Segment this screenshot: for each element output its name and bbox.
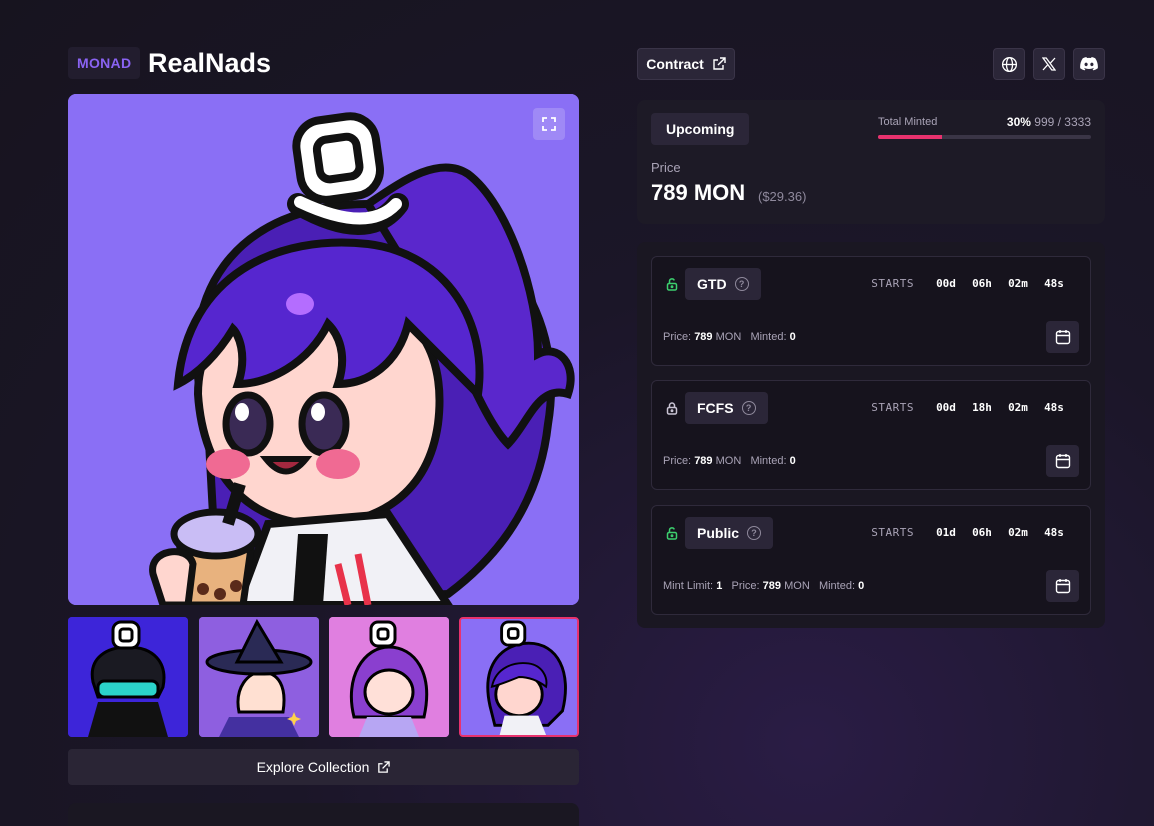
price-label: Price [651,160,681,175]
contract-label: Contract [646,56,704,72]
meta-label: Mint Limit: [663,580,714,592]
price-usd: ($29.36) [758,189,807,204]
countdown-seconds: 48s [1044,526,1064,539]
meta-label: Minted: [750,455,787,467]
thumbnail-1[interactable] [68,617,188,737]
details-panel [68,803,579,826]
starts-label: STARTS [871,277,914,290]
phase-name-button[interactable]: FCFS ? [685,392,768,424]
collection-title: RealNads [148,48,272,78]
contract-button[interactable]: Contract [637,48,735,80]
meta-label: Price: [663,455,692,467]
thumbnail-strip [68,617,580,737]
meta-value: 0 [858,580,865,592]
countdown-hours: 06h [972,277,992,290]
website-button[interactable] [993,48,1025,80]
main-nft-image [68,94,579,605]
price-value: 789 MON [651,180,746,205]
countdown-hours: 06h [972,526,992,539]
countdown-days: 01d [936,526,956,539]
explore-collection-label: Explore Collection [256,759,370,775]
calendar-icon [1055,579,1070,594]
phase-card-public: Public ? STARTS 01d 06h 02m 48s Mint Lim… [651,505,1091,615]
explore-collection-button[interactable]: Explore Collection [68,749,579,785]
thumbnail-2[interactable] [199,617,319,737]
discord-button[interactable] [1073,48,1105,80]
countdown-seconds: 48s [1044,401,1064,414]
calendar-button[interactable] [1046,321,1079,353]
countdown-minutes: 02m [1008,526,1028,539]
meta-suffix: MON [784,580,810,592]
calendar-button[interactable] [1046,570,1079,602]
thumbnail-4[interactable] [459,617,579,737]
countdown-hours: 18h [972,401,992,414]
countdown-days: 00d [936,277,956,290]
starts-label: STARTS [871,401,914,414]
nad-wizard-thumb-icon [199,617,319,737]
countdown-days: 00d [936,401,956,414]
x-button[interactable] [1033,48,1065,80]
unlock-icon [666,278,678,291]
phase-meta: Price: 789 MON Minted: 0 [663,455,796,467]
status-badge: Upcoming [651,113,750,145]
mint-status-card: Upcoming Total Minted 30% 999 / 3333 Pri… [637,100,1105,224]
meta-label: Price: [731,580,760,592]
meta-suffix: MON [715,455,742,467]
phase-name: FCFS [697,400,734,416]
lock-icon [666,402,678,415]
mint-progress-fill [878,135,942,139]
phase-card-gtd: GTD ? STARTS 00d 06h 02m 48s Price: 789 … [651,256,1091,366]
nad-boba-thumb-icon [461,619,577,735]
phase-name: GTD [697,276,727,292]
expand-icon [542,117,556,131]
help-icon[interactable]: ? [741,401,756,415]
help-icon[interactable]: ? [734,277,749,291]
phase-countdown: STARTS 00d 18h 02m 48s [871,401,1072,414]
nad-pink-thumb-icon [329,617,449,737]
minted-count: 999 / 3333 [1034,115,1091,129]
meta-value: 789 [694,331,713,343]
phase-name-button[interactable]: GTD ? [685,268,761,300]
calendar-icon [1055,330,1070,345]
countdown-minutes: 02m [1008,401,1028,414]
phase-name-button[interactable]: Public ? [685,517,774,549]
minted-percent: 30% [1006,115,1031,129]
globe-icon [1001,56,1017,72]
nad-visor-thumb-icon [68,617,188,737]
phase-meta: Price: 789 MON Minted: 0 [663,331,796,343]
calendar-button[interactable] [1046,445,1079,477]
meta-value: 0 [789,331,796,343]
meta-suffix: MON [715,331,742,343]
discord-icon [1080,57,1098,71]
meta-label: Minted: [750,331,787,343]
mint-progress-bar [878,135,1091,139]
meta-value: 789 [762,580,782,592]
total-minted-value: 30% 999 / 3333 [1007,115,1091,129]
countdown-seconds: 48s [1044,277,1064,290]
phase-countdown: STARTS 01d 06h 02m 48s [871,526,1072,539]
x-logo-icon [1042,57,1056,71]
calendar-icon [1055,454,1070,469]
countdown-minutes: 02m [1008,277,1028,290]
meta-value: 1 [716,580,723,592]
starts-label: STARTS [871,526,914,539]
meta-label: Minted: [818,580,856,592]
phase-meta: Mint Limit: 1 Price: 789 MON Minted: 0 [663,580,864,592]
external-link-icon [713,57,726,70]
phase-card-fcfs: FCFS ? STARTS 00d 18h 02m 48s Price: 789… [651,380,1091,490]
unlock-icon [666,527,678,540]
external-link-icon [378,760,391,773]
meta-value: 789 [694,455,713,467]
mint-phases-panel: GTD ? STARTS 00d 06h 02m 48s Price: 789 … [637,242,1105,628]
total-minted-label: Total Minted [878,116,938,128]
help-icon[interactable]: ? [747,526,762,540]
nad-character-artwork [68,94,579,605]
chain-badge: MONAD [68,47,141,79]
meta-value: 0 [789,455,796,467]
fullscreen-button[interactable] [533,108,565,140]
phase-countdown: STARTS 00d 06h 02m 48s [871,277,1072,290]
phase-name: Public [697,525,740,541]
meta-label: Price: [663,331,692,343]
thumbnail-3[interactable] [329,617,449,737]
